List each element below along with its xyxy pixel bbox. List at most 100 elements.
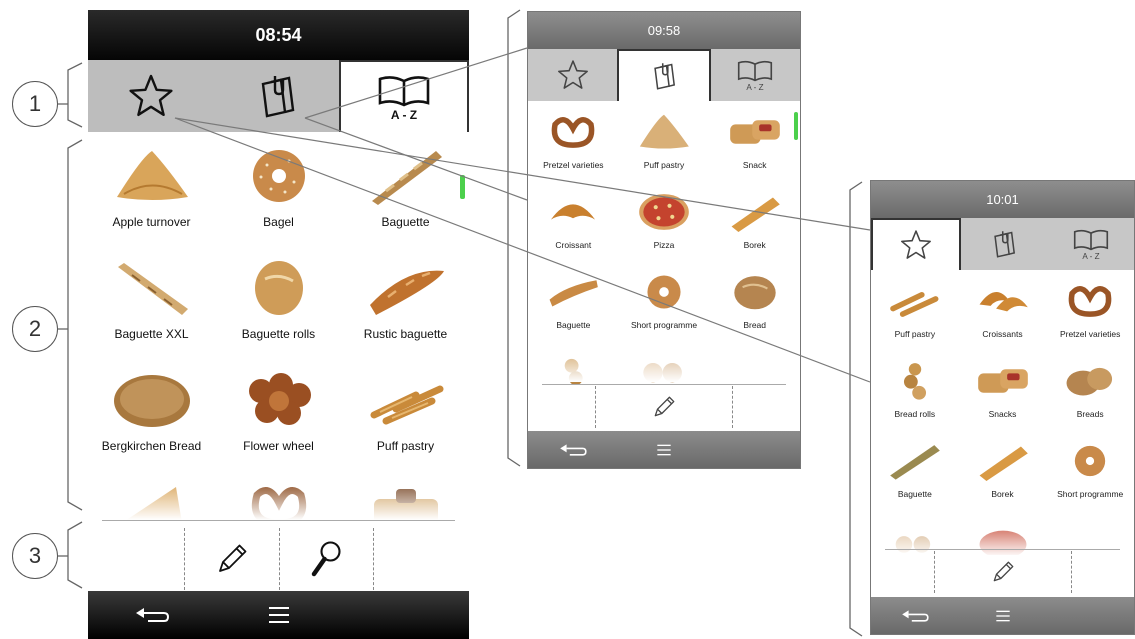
scroll-indicator[interactable] <box>794 112 798 140</box>
nav-bar <box>88 591 469 639</box>
menu-button[interactable] <box>959 608 1047 624</box>
menu-button[interactable] <box>619 442 710 458</box>
baguette-rolls-image <box>254 261 303 315</box>
back-button[interactable] <box>88 605 215 625</box>
clock: 08:54 <box>255 24 302 45</box>
grid-item-puff-pastry[interactable]: Puff pastry <box>871 273 959 353</box>
tab-a-z[interactable]: A - Z <box>339 60 469 132</box>
rustic-baguette-image <box>369 270 444 315</box>
baguette-image <box>371 151 442 205</box>
bracket-right <box>849 181 863 637</box>
menu-icon <box>995 610 1010 621</box>
tab-categories[interactable] <box>961 218 1047 270</box>
item-label: Bread <box>743 320 767 330</box>
divider <box>542 384 786 385</box>
grid-item-croissants[interactable]: Croissants <box>959 273 1047 353</box>
item-label: Baguette <box>897 489 932 499</box>
toolbar <box>871 551 1134 593</box>
grid-item-pizza[interactable]: Pizza <box>619 184 710 264</box>
grid-item-short-programme[interactable]: Short programme <box>1046 433 1134 513</box>
item-label: Pizza <box>653 240 675 250</box>
grid-item-puff-pastry[interactable]: Puff pastry <box>342 359 469 471</box>
tab-a-z[interactable]: A - Z <box>711 49 800 101</box>
item-label: Bergkirchen Bread <box>101 439 202 453</box>
back-arrow-icon <box>902 609 929 622</box>
grid-item-bread-rolls[interactable]: Bread rolls <box>871 353 959 433</box>
nav-bar <box>528 431 800 468</box>
snack-image <box>729 120 780 144</box>
clock: 10:01 <box>986 192 1019 207</box>
grid-item-apple-turnover[interactable]: Apple turnover <box>88 135 215 247</box>
divider <box>102 520 455 521</box>
grid-fade <box>88 480 469 520</box>
tab-categories[interactable] <box>617 49 711 101</box>
grid-item-flower-wheel[interactable]: Flower wheel <box>215 359 342 471</box>
recipe-grid: Puff pastry Croissants Pretzel varieties… <box>871 273 1134 555</box>
grid-fade <box>528 342 800 382</box>
tab-a-z[interactable]: A - Z <box>1048 218 1134 270</box>
grid-item-borek[interactable]: Borek <box>959 433 1047 513</box>
bagel-image <box>1074 445 1106 477</box>
magnifier-icon <box>311 541 341 577</box>
device-left: 08:54 A - Z Apple turnover Bagel Baguett… <box>88 10 469 639</box>
grid-item-baguette-rolls[interactable]: Baguette rolls <box>215 247 342 359</box>
bread-image <box>733 276 776 310</box>
item-label: Bread rolls <box>894 409 936 419</box>
baguette-image <box>890 445 940 480</box>
grid-item-croissant[interactable]: Croissant <box>528 184 619 264</box>
item-label: Rustic baguette <box>363 327 448 341</box>
grid-item-bread[interactable]: Bread <box>709 264 800 344</box>
item-label: Bagel <box>263 215 294 229</box>
status-bar: 09:58 <box>528 12 800 49</box>
edit-button[interactable] <box>183 528 279 590</box>
edit-button[interactable] <box>595 386 733 428</box>
grid-item-puff-pastry[interactable]: Puff pastry <box>619 104 710 184</box>
grid-item-rustic-baguette[interactable]: Rustic baguette <box>342 247 469 359</box>
nav-bar <box>871 597 1134 634</box>
grid-item-pretzel-varieties[interactable]: Pretzel varieties <box>1046 273 1134 353</box>
pretzel-image <box>552 117 595 148</box>
book-az-icon: A - Z <box>378 76 430 122</box>
grid-item-baguette[interactable]: Baguette <box>871 433 959 513</box>
grid-item-baguette-xxl[interactable]: Baguette XXL <box>88 247 215 359</box>
grid-item-borek[interactable]: Borek <box>709 184 800 264</box>
clipboard-icon <box>654 63 676 90</box>
grid-item-baguette[interactable]: Baguette <box>528 264 619 344</box>
svg-text:A - Z: A - Z <box>1082 252 1099 261</box>
tab-favorites[interactable] <box>871 218 962 270</box>
baguette-xxl-image <box>117 263 188 315</box>
grid-item-bagel[interactable]: Bagel <box>215 135 342 247</box>
item-label: Borek <box>743 240 766 250</box>
tab-favorites[interactable] <box>88 60 214 132</box>
item-label: Croissant <box>555 240 592 250</box>
apple-turnover-image <box>116 151 188 200</box>
menu-button[interactable] <box>215 604 342 626</box>
grid-item-short-programme[interactable]: Short programme <box>619 264 710 344</box>
menu-icon <box>268 607 289 623</box>
book-az-icon: A - Z <box>1073 229 1108 261</box>
menu-icon <box>657 444 671 455</box>
edit-button[interactable] <box>933 551 1072 593</box>
grid-item-bergkirchen-bread[interactable]: Bergkirchen Bread <box>88 359 215 471</box>
grid-item-snacks[interactable]: Snacks <box>959 353 1047 433</box>
tab-categories[interactable] <box>214 60 340 132</box>
borek-image <box>731 197 780 232</box>
snack-image <box>977 369 1028 393</box>
back-button[interactable] <box>528 442 619 458</box>
svg-text:A - Z: A - Z <box>391 108 417 122</box>
item-label: Puff pastry <box>894 329 936 339</box>
device-right: 10:01 A - Z Puff pastry Croissants Pretz… <box>870 180 1135 635</box>
callout-3: 3 <box>12 533 58 579</box>
grid-item-snack[interactable]: Snack <box>709 104 800 184</box>
tab-favorites[interactable] <box>528 49 617 101</box>
back-button[interactable] <box>871 608 959 624</box>
search-button[interactable] <box>278 528 374 590</box>
device-middle: 09:58 A - Z Pretzel varieties Puff pastr… <box>527 11 801 469</box>
bagel-image <box>252 150 305 202</box>
baguette-image <box>549 280 599 307</box>
grid-item-pretzel-varieties[interactable]: Pretzel varieties <box>528 104 619 184</box>
grid-item-baguette[interactable]: Baguette <box>342 135 469 247</box>
bracket-middle <box>507 9 521 467</box>
scroll-indicator[interactable] <box>460 175 465 199</box>
grid-item-breads[interactable]: Breads <box>1046 353 1134 433</box>
